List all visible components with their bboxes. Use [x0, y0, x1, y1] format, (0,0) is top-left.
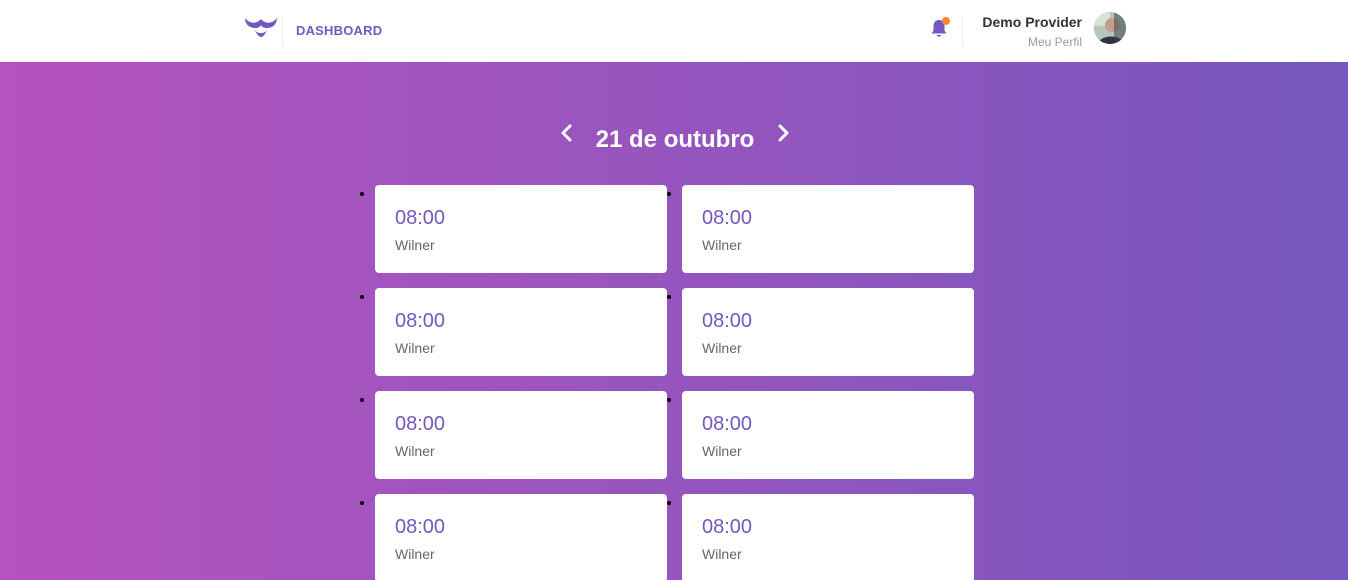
appointment-time: 08:00 — [395, 310, 446, 332]
next-day-button[interactable] — [771, 121, 795, 145]
appointment-card[interactable]: 08:00 Wilner — [682, 185, 974, 273]
chevron-left-icon — [561, 124, 572, 142]
my-profile-link[interactable]: Meu Perfil — [1028, 35, 1082, 49]
appointment-client-name: Wilner — [702, 237, 742, 253]
current-date-title: 21 de outubro — [595, 126, 755, 153]
appointment-card[interactable]: 08:00 Wilner — [682, 494, 974, 580]
previous-day-button[interactable] — [555, 121, 579, 145]
appointment-client-name: Wilner — [395, 340, 435, 356]
header-content: DASHBOARD Demo Provider Meu Perfil — [244, 0, 1126, 62]
avatar-image — [1094, 12, 1126, 44]
top-navigation-bar: DASHBOARD Demo Provider Meu Perfil — [0, 0, 1348, 62]
appointment-client-name: Wilner — [702, 546, 742, 562]
appointment-time: 08:00 — [702, 207, 753, 229]
appointment-time: 08:00 — [395, 207, 446, 229]
notifications-button[interactable] — [930, 17, 950, 39]
nav-dashboard-link[interactable]: DASHBOARD — [296, 23, 382, 38]
avatar[interactable] — [1094, 12, 1126, 44]
appointment-card[interactable]: 08:00 Wilner — [375, 288, 667, 376]
user-name: Demo Provider — [982, 14, 1082, 30]
notification-badge — [942, 17, 950, 25]
header-divider — [282, 16, 283, 46]
appointment-card[interactable]: 08:00 Wilner — [375, 494, 667, 580]
appointment-time: 08:00 — [702, 310, 753, 332]
appointment-client-name: Wilner — [702, 443, 742, 459]
appointment-card[interactable]: 08:00 Wilner — [682, 288, 974, 376]
appointment-time: 08:00 — [702, 413, 753, 435]
appointment-card[interactable]: 08:00 Wilner — [682, 391, 974, 479]
appointment-client-name: Wilner — [395, 237, 435, 253]
chevron-right-icon — [778, 124, 789, 142]
appointment-time: 08:00 — [702, 516, 753, 538]
profile-divider — [962, 16, 963, 46]
appointment-client-name: Wilner — [395, 546, 435, 562]
appointment-card[interactable]: 08:00 Wilner — [375, 185, 667, 273]
appointment-card[interactable]: 08:00 Wilner — [375, 391, 667, 479]
appointment-client-name: Wilner — [702, 340, 742, 356]
date-navigation: 21 de outubro — [0, 115, 1348, 165]
appointment-time: 08:00 — [395, 413, 446, 435]
appointment-client-name: Wilner — [395, 443, 435, 459]
appointment-time: 08:00 — [395, 516, 446, 538]
mustache-logo-icon[interactable] — [244, 15, 278, 43]
